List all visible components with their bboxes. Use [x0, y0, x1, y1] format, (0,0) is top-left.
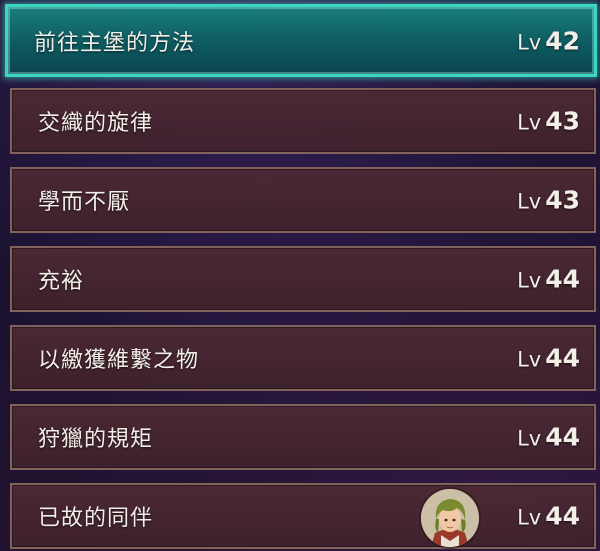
quest-level: Lv 43 — [517, 186, 580, 215]
level-number: 43 — [545, 106, 580, 136]
quest-row-selected[interactable]: 前往主堡的方法 Lv 42 — [5, 4, 597, 77]
quest-row[interactable]: 交織的旋律 Lv 43 — [10, 88, 596, 154]
level-prefix: Lv — [517, 30, 542, 54]
quest-name: 交織的旋律 — [38, 111, 154, 136]
quest-row[interactable]: 以繳獲維繫之物 Lv 44 — [10, 325, 596, 391]
level-number: 43 — [545, 185, 580, 215]
character-portrait-icon — [421, 489, 479, 547]
quest-name: 以繳獲維繫之物 — [38, 348, 200, 373]
quest-row[interactable]: 已故的同伴 Lv 44 — [10, 483, 596, 549]
quest-level: Lv 44 — [517, 502, 580, 531]
quest-name: 學而不厭 — [38, 190, 131, 215]
level-number: 44 — [545, 422, 580, 452]
level-prefix: Lv — [517, 110, 542, 135]
quest-level: Lv 44 — [517, 344, 580, 373]
level-prefix: Lv — [517, 268, 542, 293]
level-number: 44 — [545, 264, 580, 294]
quest-level: Lv 44 — [517, 423, 580, 452]
level-prefix: Lv — [517, 347, 542, 372]
quest-level: Lv 42 — [517, 26, 580, 55]
level-number: 42 — [545, 26, 580, 55]
quest-list: 前往主堡的方法 Lv 42 交織的旋律 Lv 43 學而不厭 Lv 43 充裕 Lv 4… — [0, 0, 600, 551]
quest-name: 已故的同伴 — [38, 506, 154, 531]
quest-name: 充裕 — [38, 269, 85, 294]
quest-row[interactable]: 學而不厭 Lv 43 — [10, 167, 596, 233]
quest-row[interactable]: 狩獵的規矩 Lv 44 — [10, 404, 596, 470]
level-prefix: Lv — [517, 189, 542, 214]
quest-row[interactable]: 充裕 Lv 44 — [10, 246, 596, 312]
quest-level: Lv 44 — [517, 265, 580, 294]
level-prefix: Lv — [517, 426, 542, 451]
level-prefix: Lv — [517, 505, 542, 530]
level-number: 44 — [545, 343, 580, 373]
quest-name: 狩獵的規矩 — [38, 427, 154, 452]
quest-name: 前往主堡的方法 — [34, 30, 196, 56]
level-number: 44 — [545, 501, 580, 531]
quest-level: Lv 43 — [517, 107, 580, 136]
